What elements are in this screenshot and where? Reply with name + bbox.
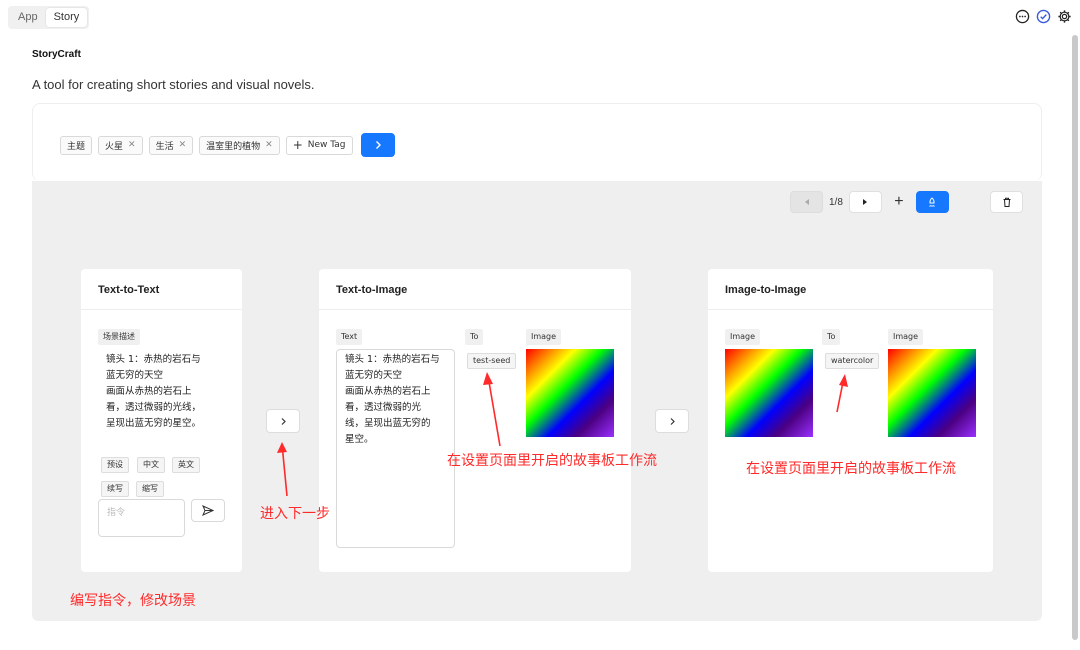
page-indicator: 1/8 — [829, 196, 843, 208]
continue-chip[interactable]: 续写 — [101, 481, 129, 497]
seed-chip[interactable]: test-seed — [467, 353, 517, 369]
new-tag-button[interactable]: + New Tag — [285, 135, 353, 155]
card-title: Text-to-Image — [336, 284, 408, 296]
generated-image[interactable] — [526, 349, 614, 437]
annotation-edit: 编写指令，修改场景 — [70, 593, 196, 609]
next-step-button[interactable] — [266, 409, 300, 433]
check-circle-icon[interactable] — [1036, 9, 1051, 24]
tab-app[interactable]: App — [10, 8, 46, 27]
text-input[interactable]: 镜头 1：赤热的岩石与 蓝无穷的天空 画面从赤热的岩石上 看，透过微弱的光 线，… — [336, 349, 455, 548]
tag-life[interactable]: 生活 ✕ — [148, 135, 194, 155]
send-icon — [202, 505, 214, 516]
generate-button[interactable] — [360, 133, 395, 157]
to-label: To — [465, 329, 484, 345]
caret-right-icon — [863, 199, 868, 205]
tag-row: 主题 火星 ✕ 生活 ✕ 温室里的植物 ✕ + New Tag — [60, 133, 395, 157]
card-title: Image-to-Image — [725, 284, 807, 296]
prev-page-button[interactable] — [790, 191, 823, 213]
chevron-right-icon — [375, 141, 381, 149]
divider — [81, 309, 242, 310]
chinese-chip[interactable]: 中文 — [137, 457, 165, 473]
next-page-button[interactable] — [848, 191, 882, 213]
image-label: Image — [725, 329, 761, 345]
app-description: A tool for creating short stories and vi… — [32, 77, 315, 92]
annotation-storyboard: 在设置页面里开启的故事板工作流 — [447, 453, 657, 469]
card-text-to-image: Text-to-Image Text To Image 镜头 1：赤热的岩石与 … — [319, 269, 631, 572]
annotation-storyboard: 在设置页面里开启的故事板工作流 — [746, 461, 956, 477]
close-icon[interactable]: ✕ — [179, 140, 187, 150]
annotation-arrow-icon — [836, 374, 848, 413]
tag-greenhouse-plants[interactable]: 温室里的植物 ✕ — [199, 135, 280, 155]
close-icon[interactable]: ✕ — [128, 140, 136, 150]
instruction-input[interactable]: 指令 — [98, 499, 185, 537]
preset-chip[interactable]: 预设 — [101, 457, 129, 473]
text-label: Text — [336, 329, 363, 345]
gear-icon[interactable] — [1057, 9, 1072, 24]
scrollbar[interactable] — [1072, 35, 1078, 640]
style-chip[interactable]: watercolor — [825, 353, 880, 369]
trash-icon — [1003, 197, 1010, 207]
annotation-next: 进入下一步 — [260, 506, 330, 522]
image-label: Image — [526, 329, 562, 345]
image-label: Image — [888, 329, 924, 345]
tag-theme[interactable]: 主题 — [60, 135, 93, 155]
mode-switch: App Story — [8, 6, 90, 29]
storyboard-stage: 1/8 + Text-to-Text 场景描述 镜头 1：赤热的岩石与 蓝无穷的… — [32, 181, 1042, 621]
output-image[interactable] — [888, 349, 976, 437]
plus-icon: + — [292, 138, 303, 152]
divider — [708, 309, 993, 310]
chevron-right-icon — [670, 417, 675, 425]
annotation-arrow-icon — [277, 442, 288, 497]
tag-panel: 主题 火星 ✕ 生活 ✕ 温室里的植物 ✕ + New Tag — [32, 103, 1042, 181]
input-image[interactable] — [725, 349, 813, 437]
add-icon[interactable]: + — [888, 193, 910, 211]
close-icon[interactable]: ✕ — [265, 140, 273, 150]
app-title: StoryCraft — [32, 49, 81, 60]
rocket-icon — [929, 196, 936, 207]
chat-icon[interactable] — [1015, 9, 1030, 24]
card-title: Text-to-Text — [98, 284, 160, 296]
rocket-button[interactable] — [915, 191, 949, 213]
card-image-to-image: Image-to-Image Image To Image watercolor — [708, 269, 993, 572]
to-label: To — [822, 329, 841, 345]
tab-story[interactable]: Story — [45, 8, 88, 27]
card-text-to-text: Text-to-Text 场景描述 镜头 1：赤热的岩石与 蓝无穷的天空 画面从… — [81, 269, 242, 572]
divider — [319, 309, 631, 310]
caret-left-icon — [804, 199, 809, 205]
scene-text[interactable]: 镜头 1：赤热的岩石与 蓝无穷的天空 画面从赤热的岩石上 看，透过微弱的光线， … — [106, 352, 236, 432]
tag-mars[interactable]: 火星 ✕ — [98, 135, 143, 155]
pager: 1/8 + — [790, 191, 949, 213]
next-step-button[interactable] — [655, 409, 689, 433]
send-button[interactable] — [191, 499, 225, 522]
top-icons — [1015, 9, 1072, 24]
chevron-right-icon — [281, 417, 286, 425]
english-chip[interactable]: 英文 — [172, 457, 200, 473]
shorten-chip[interactable]: 缩写 — [136, 481, 164, 497]
scene-label: 场景描述 — [98, 329, 140, 345]
delete-button[interactable] — [990, 191, 1023, 213]
annotation-arrow-icon — [483, 372, 501, 447]
